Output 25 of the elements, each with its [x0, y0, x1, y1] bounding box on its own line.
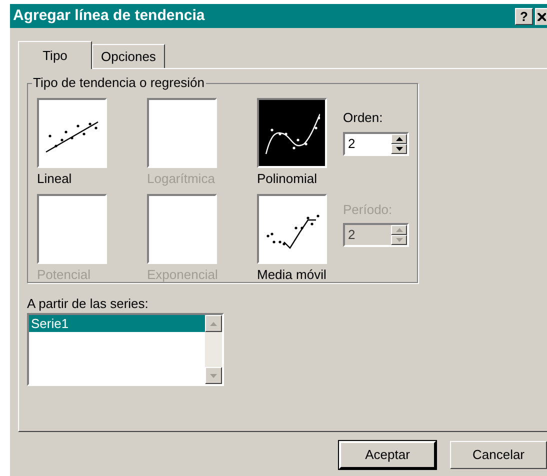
series-label: A partir de las series: [27, 295, 150, 313]
scroll-down-icon[interactable] [205, 367, 222, 384]
series-item[interactable]: Serie1 [29, 315, 205, 332]
tab[interactable]: Tipo [18, 41, 92, 69]
scrollbar[interactable] [205, 315, 222, 384]
close-button[interactable] [535, 8, 547, 24]
spin-up-icon[interactable] [391, 225, 407, 235]
spin-up-icon[interactable] [391, 134, 407, 144]
close-icon [537, 12, 546, 20]
trend-option-label: Media móvil [257, 266, 328, 284]
group-title: Tipo de tendencia o regresión [32, 75, 206, 91]
dialog-button[interactable]: Aceptar [339, 441, 436, 469]
scroll-up-icon[interactable] [205, 315, 222, 332]
trend-option-label: Lineal [37, 170, 73, 188]
tab[interactable]: Opciones [92, 44, 165, 68]
trend-option-label: Polinomial [257, 170, 318, 188]
spin-field[interactable]: 2 [343, 132, 409, 156]
dialog-button[interactable]: Cancelar [450, 441, 547, 469]
spin-down-icon[interactable] [391, 144, 407, 154]
help-button[interactable]: ? [515, 8, 533, 24]
window-title: Agregar línea de tendencia [13, 6, 206, 26]
series-list[interactable]: Serie1 [27, 313, 224, 386]
field-label: Orden: [343, 109, 384, 127]
spin-down-icon[interactable] [391, 235, 407, 245]
trend-option[interactable] [257, 98, 327, 168]
